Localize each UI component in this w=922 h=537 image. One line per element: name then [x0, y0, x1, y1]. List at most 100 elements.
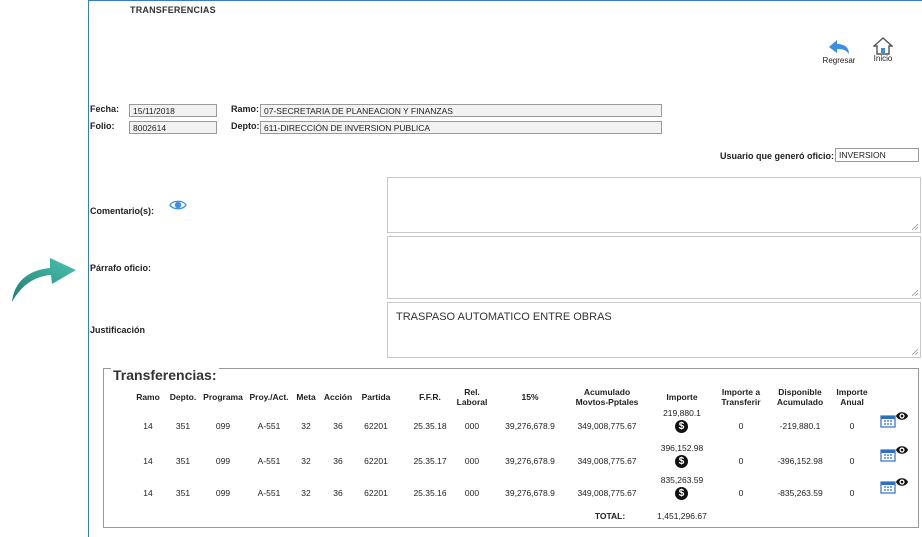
total-label: TOTAL: — [594, 511, 626, 521]
home-icon — [872, 37, 894, 55]
cell: 0 — [738, 421, 744, 431]
cell-importe: 835,263.59 — [660, 475, 704, 485]
cell: 349,008,775.67 — [577, 488, 637, 498]
cell: -835,263.59 — [777, 488, 823, 498]
back-button[interactable]: Regresar — [819, 38, 859, 65]
justificacion-label: Justificación — [90, 325, 146, 335]
dollar-icon[interactable]: $ — [675, 420, 688, 433]
col-header: Disponible Acumulado — [776, 387, 824, 407]
usuario-label: Usuario que generó oficio: — [720, 151, 835, 161]
home-button[interactable]: Inicio — [868, 37, 898, 63]
folio-label: Folio: — [90, 121, 115, 131]
col-header: 15% — [521, 392, 539, 402]
resize-grip-icon[interactable] — [912, 349, 918, 355]
cell: 0 — [849, 488, 855, 498]
cell: 36 — [333, 421, 343, 431]
cell: 0 — [849, 456, 855, 466]
col-header: Ramo — [136, 392, 160, 402]
calendar-icon[interactable] — [880, 447, 896, 462]
cell: 000 — [464, 421, 480, 431]
cell: A-551 — [257, 421, 281, 431]
page-title: TRANSFERENCIAS — [130, 5, 216, 15]
cell: 36 — [333, 456, 343, 466]
eye-icon[interactable] — [169, 199, 187, 211]
cell: 0 — [738, 488, 744, 498]
depto-field[interactable]: 611-DIRECCIÓN DE INVERSION PUBLICA — [260, 121, 662, 134]
cell: -219,880.1 — [779, 421, 821, 431]
dollar-icon[interactable]: $ — [675, 487, 688, 500]
folio-field[interactable]: 8002614 — [129, 121, 217, 134]
col-header: Rel. Laboral — [456, 387, 488, 407]
cell: 14 — [143, 488, 153, 498]
depto-label: Depto: — [231, 121, 260, 131]
cell: 14 — [143, 421, 153, 431]
cell: 32 — [301, 421, 311, 431]
ramo-label: Ramo: — [231, 104, 260, 114]
comentarios-textarea[interactable] — [387, 177, 921, 233]
cell: 351 — [175, 421, 191, 431]
cell: 349,008,775.67 — [577, 456, 637, 466]
col-header: Acción — [323, 392, 353, 402]
col-header: Importe Anual — [836, 387, 868, 407]
cell-importe: 396,152.98 — [660, 443, 704, 453]
resize-grip-icon[interactable] — [912, 224, 918, 230]
col-header: Proy./Act. — [249, 392, 289, 402]
calendar-icon[interactable] — [880, 413, 896, 428]
cell: 32 — [301, 456, 311, 466]
cell: 0 — [738, 456, 744, 466]
cell: 25.35.18 — [413, 421, 447, 431]
col-header: Partida — [361, 392, 391, 402]
view-eye-icon[interactable] — [895, 444, 909, 456]
col-header: Acumulado Movtos-Pptales — [575, 387, 639, 407]
total-value: 1,451,296.67 — [657, 511, 707, 521]
cell: 349,008,775.67 — [577, 421, 637, 431]
col-header: Importe a Transferir — [721, 387, 761, 407]
cell: 351 — [175, 456, 191, 466]
usuario-field[interactable]: INVERSION — [835, 148, 919, 162]
parrafo-textarea[interactable] — [387, 236, 921, 299]
curved-arrow-icon — [12, 258, 76, 302]
cell: 099 — [215, 488, 231, 498]
cell: 0 — [849, 421, 855, 431]
calendar-icon[interactable] — [880, 479, 896, 494]
back-label: Regresar — [822, 56, 856, 65]
cell: 14 — [143, 456, 153, 466]
comentarios-label: Comentario(s): — [90, 206, 155, 216]
cell: 39,276,678.9 — [505, 488, 555, 498]
justificacion-textarea[interactable]: TRASPASO AUTOMATICO ENTRE OBRAS — [387, 302, 921, 358]
dollar-icon[interactable]: $ — [675, 455, 688, 468]
cell: 62201 — [364, 456, 388, 466]
parrafo-label: Párrafo oficio: — [90, 263, 152, 273]
col-header: Meta — [296, 392, 316, 402]
view-eye-icon[interactable] — [895, 476, 909, 488]
cell: 000 — [464, 456, 480, 466]
cell: 099 — [215, 456, 231, 466]
col-header: Importe — [666, 392, 698, 402]
cell: 000 — [464, 488, 480, 498]
transfers-legend: Transferencias: — [111, 367, 219, 383]
cell: A-551 — [257, 488, 281, 498]
fecha-label: Fecha: — [90, 104, 120, 114]
ramo-field[interactable]: 07-SECRETARIA DE PLANEACION Y FINANZAS — [260, 104, 662, 117]
cell: 351 — [175, 488, 191, 498]
cell: 36 — [333, 488, 343, 498]
cell: A-551 — [257, 456, 281, 466]
view-eye-icon[interactable] — [895, 410, 909, 422]
fecha-field[interactable]: 15/11/2018 — [129, 104, 217, 117]
home-label: Inicio — [873, 54, 893, 63]
col-header: F.F.R. — [419, 392, 441, 402]
col-header: Programa — [203, 392, 243, 402]
justificacion-text: TRASPASO AUTOMATICO ENTRE OBRAS — [396, 311, 612, 323]
col-header: Depto. — [169, 392, 197, 402]
cell: 62201 — [364, 488, 388, 498]
cell: 62201 — [364, 421, 388, 431]
cell: 39,276,678.9 — [505, 421, 555, 431]
back-arrow-icon — [829, 40, 849, 54]
resize-grip-icon[interactable] — [912, 290, 918, 296]
cell-importe: 219,880.1 — [663, 408, 701, 418]
cell: -396,152.98 — [777, 456, 823, 466]
cell: 39,276,678.9 — [505, 456, 555, 466]
cell: 25.35.16 — [413, 488, 447, 498]
cell: 099 — [215, 421, 231, 431]
cell: 32 — [301, 488, 311, 498]
